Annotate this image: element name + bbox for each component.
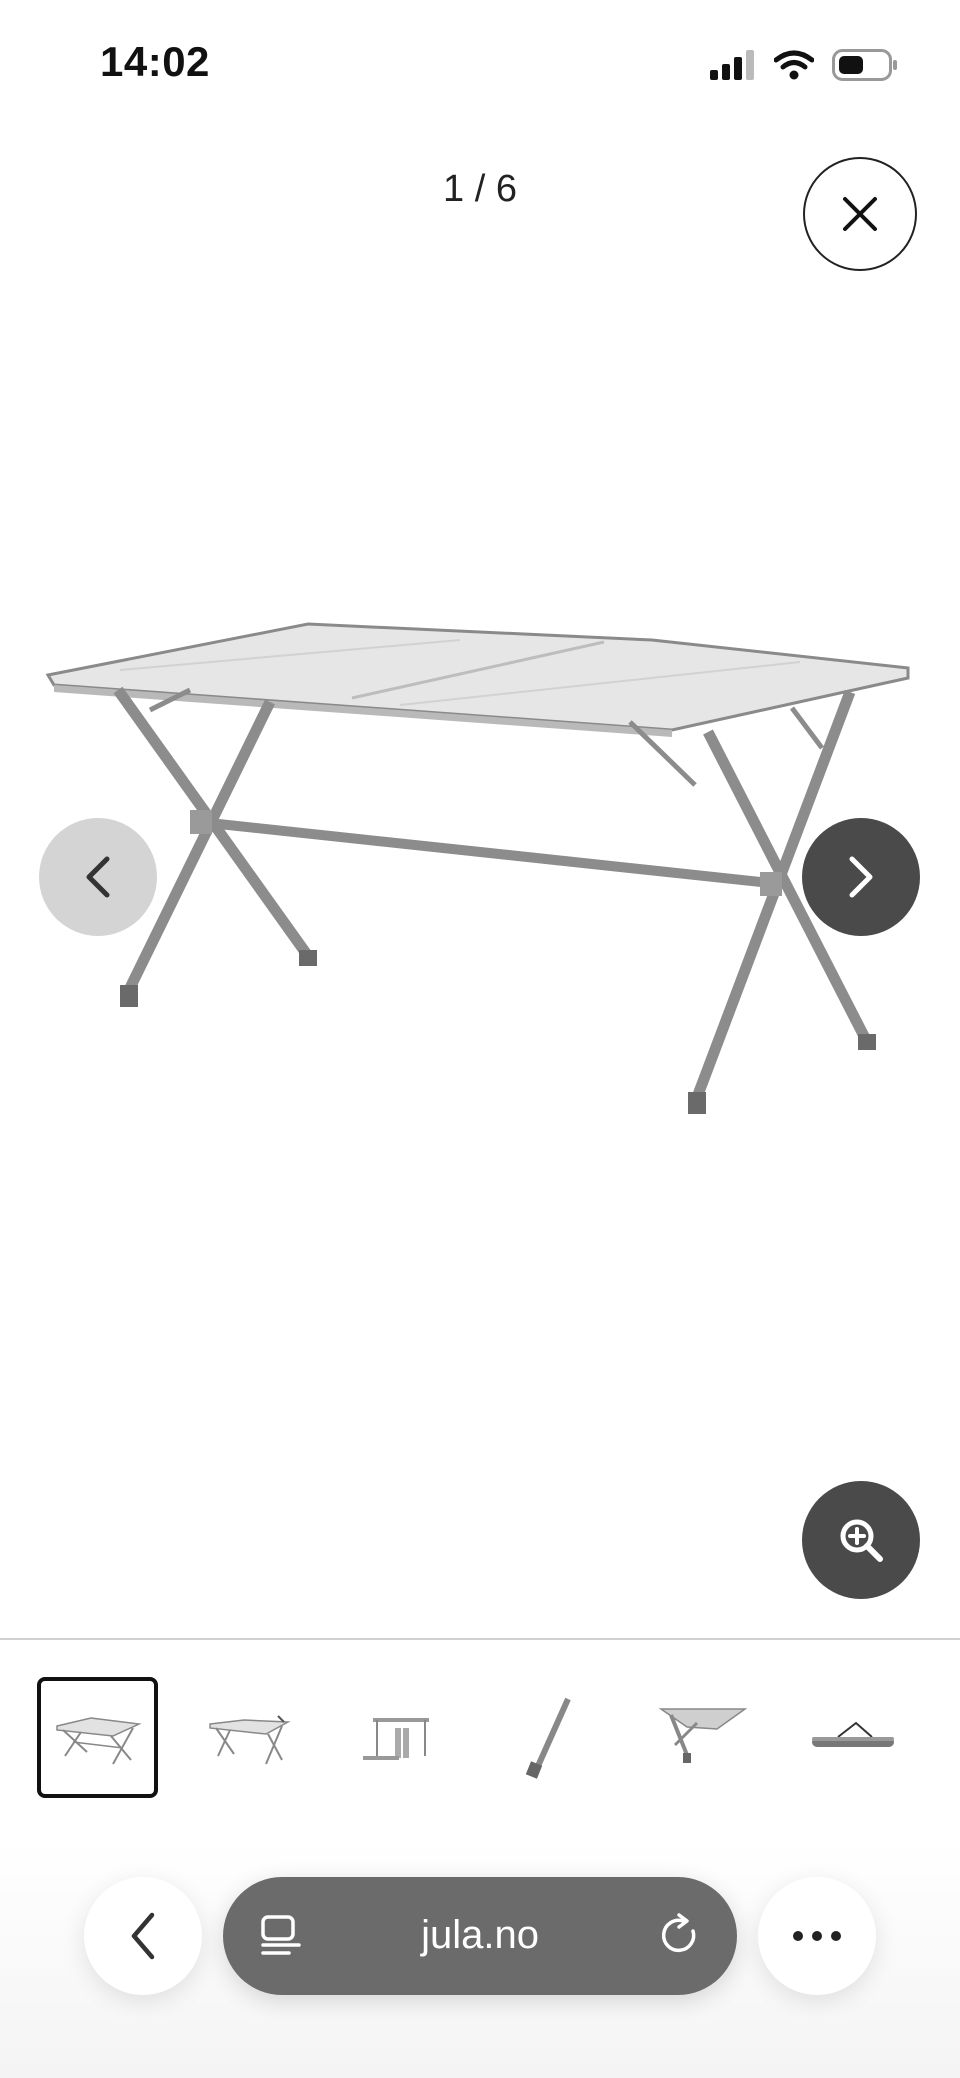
thumbnail-table-image <box>55 1716 142 1764</box>
next-image-button[interactable] <box>802 818 920 936</box>
zoom-button[interactable] <box>802 1481 920 1599</box>
status-icons <box>710 48 898 82</box>
wifi-icon <box>774 50 814 80</box>
thumbnail-table-image <box>208 1714 291 1764</box>
close-icon <box>843 197 877 231</box>
chevron-left-icon <box>86 856 110 898</box>
browser-back-button[interactable] <box>84 1877 202 1995</box>
thumbnail-4[interactable] <box>490 1677 611 1798</box>
battery-icon <box>832 49 897 81</box>
more-button[interactable] <box>758 1877 876 1995</box>
status-time: 14:02 <box>100 38 210 85</box>
thumbnail-5[interactable] <box>641 1677 762 1798</box>
previous-image-button[interactable] <box>39 818 157 936</box>
thumbnail-1[interactable] <box>37 1677 158 1798</box>
more-icon <box>793 1931 841 1941</box>
thumbnail-2[interactable] <box>188 1677 309 1798</box>
reload-icon[interactable] <box>657 1913 703 1959</box>
divider <box>0 1638 960 1640</box>
zoom-in-icon <box>840 1519 883 1562</box>
thumbnail-6[interactable] <box>792 1677 913 1798</box>
signal-icon <box>710 50 754 80</box>
thumbnail-strip <box>37 1677 917 1800</box>
close-button[interactable] <box>803 157 917 271</box>
back-icon <box>131 1912 155 1960</box>
thumbnail-table-image <box>811 1721 894 1747</box>
thumbnail-table-image <box>362 1717 429 1760</box>
address-bar[interactable]: jula.no <box>223 1877 737 1995</box>
chevron-right-icon <box>849 856 873 898</box>
thumbnail-3[interactable] <box>339 1677 460 1798</box>
product-image <box>45 622 910 1114</box>
thumbnail-table-image <box>658 1707 747 1763</box>
thumbnail-table-image <box>525 1697 571 1779</box>
status-bar: 14:02 <box>0 0 960 130</box>
